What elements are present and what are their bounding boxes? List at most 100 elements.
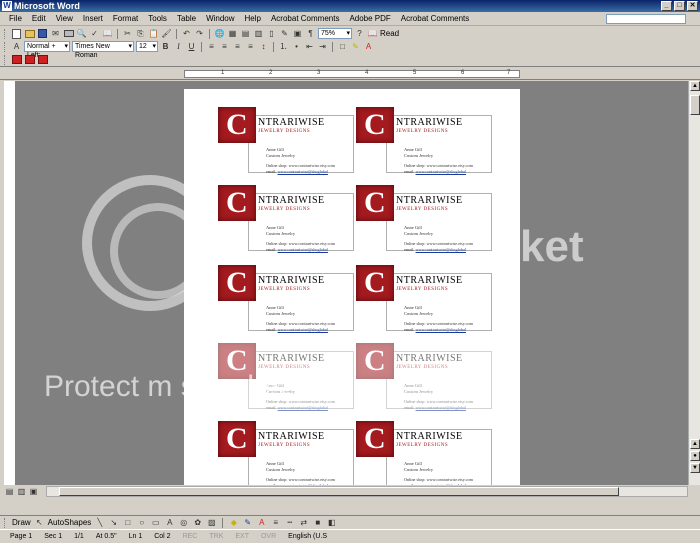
menu-acrobat-comments[interactable]: Acrobat Comments: [266, 12, 344, 26]
print-button[interactable]: [63, 28, 74, 39]
bullets-button[interactable]: •: [291, 41, 302, 52]
line-icon[interactable]: ╲: [94, 517, 105, 528]
document-workspace[interactable]: C NTRARIWISE JEWELRY DESIGNS Anne Gill Custo…: [16, 81, 688, 485]
insert-excel-button[interactable]: ▥: [253, 28, 264, 39]
fill-color-icon[interactable]: ◆: [228, 517, 239, 528]
justify-button[interactable]: ≡: [245, 41, 256, 52]
show-hide-button[interactable]: ¶: [305, 28, 316, 39]
font-color-icon[interactable]: A: [363, 41, 374, 52]
pdf-review-button[interactable]: [37, 54, 48, 65]
menu-acrobat-comments-2[interactable]: Acrobat Comments: [396, 12, 474, 26]
numbering-button[interactable]: ⒈: [278, 41, 289, 52]
open-button[interactable]: [24, 28, 35, 39]
business-card[interactable]: C NTRARIWISE JEWELRY DESIGNS Anne Gill Custo…: [356, 265, 492, 332]
web-view-button[interactable]: ▥: [16, 486, 27, 497]
business-card[interactable]: C NTRARIWISE JEWELRY DESIGNS Anne Gill Custo…: [218, 421, 354, 485]
status-ext[interactable]: EXT: [229, 533, 255, 540]
oval-icon[interactable]: ○: [136, 517, 147, 528]
status-trk[interactable]: TRK: [203, 533, 229, 540]
business-card[interactable]: C NTRARIWISE JEWELRY DESIGNS Anne Gill Custo…: [218, 343, 354, 410]
business-card[interactable]: C NTRARIWISE JEWELRY DESIGNS Anne Gill Custo…: [356, 343, 492, 410]
cut-button[interactable]: ✂: [122, 28, 133, 39]
spelling-button[interactable]: ✓: [89, 28, 100, 39]
line-color-icon[interactable]: ✎: [242, 517, 253, 528]
menu-edit[interactable]: Edit: [27, 12, 51, 26]
italic-button[interactable]: I: [173, 41, 184, 52]
maximize-button[interactable]: □: [674, 1, 685, 11]
business-card[interactable]: C NTRARIWISE JEWELRY DESIGNS Anne Gill Custo…: [356, 185, 492, 252]
convert-pdf-button[interactable]: [11, 54, 22, 65]
print-preview-button[interactable]: 🔍: [76, 28, 87, 39]
menu-format[interactable]: Format: [108, 12, 143, 26]
horizontal-scrollbar[interactable]: [46, 486, 688, 497]
styles-pane-button[interactable]: A: [11, 41, 22, 52]
menu-insert[interactable]: Insert: [78, 12, 108, 26]
business-card[interactable]: C NTRARIWISE JEWELRY DESIGNS Anne Gill Custo…: [356, 421, 492, 485]
document-map-button[interactable]: ▣: [292, 28, 303, 39]
zoom-select[interactable]: 75%: [318, 28, 352, 39]
vertical-scrollbar[interactable]: ▲ ▲ ● ▼: [688, 81, 700, 485]
read-button[interactable]: Read: [380, 29, 399, 38]
pdf-email-button[interactable]: [24, 54, 35, 65]
select-objects-icon[interactable]: ↖: [34, 517, 45, 528]
copy-button[interactable]: ⎘: [135, 28, 146, 39]
draw-menu[interactable]: Draw: [12, 518, 31, 527]
style-select[interactable]: Normal + Left:: [24, 41, 70, 59]
borders-button[interactable]: □: [337, 41, 348, 52]
tables-borders-button[interactable]: ▦: [227, 28, 238, 39]
font-color-draw-icon[interactable]: A: [256, 517, 267, 528]
document-page[interactable]: C NTRARIWISE JEWELRY DESIGNS Anne Gill Custo…: [184, 89, 520, 485]
line-style-icon[interactable]: ≡: [270, 517, 281, 528]
align-center-button[interactable]: ≡: [219, 41, 230, 52]
menu-help[interactable]: Help: [240, 12, 266, 26]
rectangle-icon[interactable]: □: [122, 517, 133, 528]
picture-icon[interactable]: ▨: [206, 517, 217, 528]
toolbar-grip[interactable]: [4, 41, 7, 52]
toolbar-grip[interactable]: [4, 28, 7, 39]
menu-file[interactable]: File: [4, 12, 27, 26]
dash-style-icon[interactable]: ┅: [284, 517, 295, 528]
bold-button[interactable]: B: [160, 41, 171, 52]
scroll-thumb[interactable]: [690, 95, 700, 115]
card-email-link[interactable]: www.contrariwise@sbcglobal: [278, 247, 328, 252]
ruler-bar[interactable]: 1 2 3 4 5 6 7: [184, 70, 520, 78]
close-button[interactable]: ✕: [687, 1, 698, 11]
menu-tools[interactable]: Tools: [143, 12, 172, 26]
card-email-link[interactable]: www.contrariwise@sbcglobal: [416, 483, 466, 485]
arrow-style-icon[interactable]: ⇄: [298, 517, 309, 528]
normal-view-button[interactable]: ▤: [4, 486, 15, 497]
scroll-up-arrow[interactable]: ▲: [690, 81, 700, 91]
help-icon[interactable]: ?: [354, 28, 365, 39]
vertical-ruler[interactable]: [4, 81, 16, 485]
status-rec[interactable]: REC: [177, 533, 204, 540]
highlight-icon[interactable]: ✎: [350, 41, 361, 52]
card-email-link[interactable]: www.contrariwise@sbcglobal: [416, 247, 466, 252]
card-email-link[interactable]: www.contrariwise@sbcglobal: [278, 405, 328, 410]
shadow-icon[interactable]: ■: [312, 517, 323, 528]
format-painter-button[interactable]: 🖌: [161, 28, 172, 39]
font-size-select[interactable]: 12: [136, 41, 158, 52]
card-email-link[interactable]: www.contrariwise@sbcglobal: [278, 169, 328, 174]
columns-button[interactable]: ▯: [266, 28, 277, 39]
paste-button[interactable]: 📋: [148, 28, 159, 39]
new-document-button[interactable]: [11, 28, 22, 39]
toolbar-grip[interactable]: [4, 517, 7, 528]
increase-indent-button[interactable]: ⇥: [317, 41, 328, 52]
underline-button[interactable]: U: [186, 41, 197, 52]
business-card[interactable]: C NTRARIWISE JEWELRY DESIGNS Anne Gill Custo…: [218, 185, 354, 252]
align-right-button[interactable]: ≡: [232, 41, 243, 52]
card-email-link[interactable]: www.contrariwise@sbcglobal: [278, 483, 328, 485]
prev-page-arrow[interactable]: ▲: [690, 439, 700, 449]
business-card[interactable]: C NTRARIWISE JEWELRY DESIGNS Anne Gill Custo…: [356, 107, 492, 174]
save-button[interactable]: [37, 28, 48, 39]
menu-window[interactable]: Window: [201, 12, 239, 26]
business-card[interactable]: C NTRARIWISE JEWELRY DESIGNS Anne Gill Custo…: [218, 107, 354, 174]
card-email-link[interactable]: www.contrariwise@sbcglobal: [416, 169, 466, 174]
next-page-arrow[interactable]: ▼: [690, 463, 700, 473]
status-ovr[interactable]: OVR: [255, 533, 282, 540]
card-email-link[interactable]: www.contrariwise@sbcglobal: [416, 327, 466, 332]
line-spacing-button[interactable]: ↕: [258, 41, 269, 52]
clip-art-icon[interactable]: ✿: [192, 517, 203, 528]
wordart-icon[interactable]: A: [164, 517, 175, 528]
diagram-icon[interactable]: ◎: [178, 517, 189, 528]
